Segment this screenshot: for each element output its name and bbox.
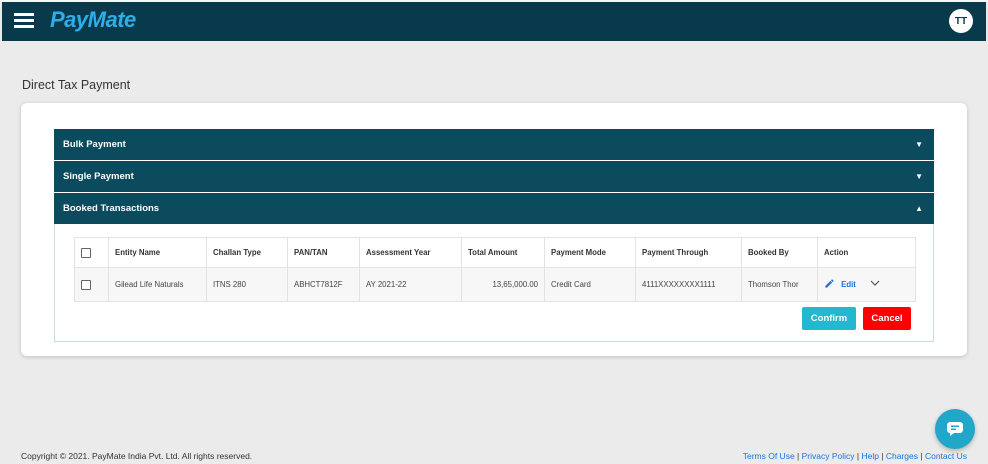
select-all-cell xyxy=(74,237,109,268)
collapse-arrow-icon: ▲ xyxy=(915,204,923,213)
row-select-cell xyxy=(74,267,109,302)
payment-mode-cell: Credit Card xyxy=(544,267,636,302)
accordion-label: Booked Transactions xyxy=(63,203,160,214)
hamburger-menu-icon[interactable] xyxy=(14,13,34,29)
booked-by-cell: Thomson Thor xyxy=(741,267,818,302)
chat-button[interactable] xyxy=(935,409,975,449)
column-header: Payment Through xyxy=(635,237,742,268)
column-header: Entity Name xyxy=(108,237,207,268)
accordion-label: Bulk Payment xyxy=(63,139,126,150)
payment-card: Bulk Payment ▼ Single Payment ▼ Booked T… xyxy=(21,103,967,356)
help-link[interactable]: Help xyxy=(861,451,878,461)
row-checkbox[interactable] xyxy=(81,279,91,290)
privacy-link[interactable]: Privacy Policy xyxy=(802,451,855,461)
copyright-text: Copyright © 2021. PayMate India Pvt. Ltd… xyxy=(21,451,253,461)
accordion-label: Single Payment xyxy=(63,171,134,182)
charges-link[interactable]: Charges xyxy=(886,451,918,461)
select-all-checkbox[interactable] xyxy=(81,247,91,258)
expand-arrow-icon: ▼ xyxy=(915,172,923,181)
accordion-booked-transactions[interactable]: Booked Transactions ▲ xyxy=(54,193,934,224)
payment-through-cell: 4111XXXXXXXX1111 xyxy=(635,267,742,302)
transactions-table: Entity Name Challan Type PAN/TAN Assessm… xyxy=(74,237,916,302)
pan-tan-cell: ABHCT7812F xyxy=(287,267,360,302)
footer-links: Terms Of Use | Privacy Policy | Help | C… xyxy=(742,451,967,461)
column-header: PAN/TAN xyxy=(287,237,360,268)
chat-icon xyxy=(947,422,963,436)
column-header: Action xyxy=(817,237,916,268)
total-amount-cell: 13,65,000.00 xyxy=(461,267,545,302)
terms-link[interactable]: Terms Of Use xyxy=(743,451,795,461)
cancel-button[interactable]: Cancel xyxy=(863,307,911,330)
table-row: Gilead Life Naturals ITNS 280 ABHCT7812F… xyxy=(74,267,916,302)
accordion-single-payment[interactable]: Single Payment ▼ xyxy=(54,161,934,192)
chevron-down-icon[interactable] xyxy=(870,280,880,289)
table-header-row: Entity Name Challan Type PAN/TAN Assessm… xyxy=(74,237,916,268)
challan-type-cell: ITNS 280 xyxy=(206,267,288,302)
entity-name-cell: Gilead Life Naturals xyxy=(108,267,207,302)
assessment-year-cell: AY 2021-22 xyxy=(359,267,462,302)
confirm-button[interactable]: Confirm xyxy=(802,307,856,330)
column-header: Assessment Year xyxy=(359,237,462,268)
pencil-icon[interactable] xyxy=(824,278,835,291)
column-header: Total Amount xyxy=(461,237,545,268)
user-avatar[interactable]: TT xyxy=(949,9,973,33)
top-navbar: PayMate TT xyxy=(2,2,986,41)
contact-link[interactable]: Contact Us xyxy=(925,451,967,461)
page-title: Direct Tax Payment xyxy=(22,78,131,92)
column-header: Payment Mode xyxy=(544,237,636,268)
app-logo[interactable]: PayMate xyxy=(50,7,136,33)
accordion-bulk-payment[interactable]: Bulk Payment ▼ xyxy=(54,129,934,160)
action-cell: Edit xyxy=(817,267,916,302)
column-header: Challan Type xyxy=(206,237,288,268)
column-header: Booked By xyxy=(741,237,818,268)
edit-link[interactable]: Edit xyxy=(841,280,856,289)
booked-transactions-panel: Entity Name Challan Type PAN/TAN Assessm… xyxy=(54,224,934,342)
expand-arrow-icon: ▼ xyxy=(915,140,923,149)
